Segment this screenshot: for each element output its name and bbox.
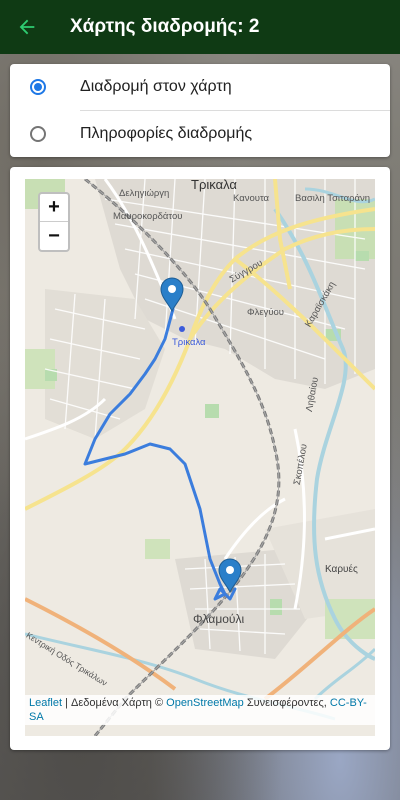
leaflet-link[interactable]: Leaflet — [29, 697, 62, 709]
street-label: Φλεγύου — [247, 307, 284, 318]
street-label: Μαυροκορδάτου — [113, 211, 183, 222]
street-label: Κανουτα — [233, 193, 270, 204]
zoom-in-button[interactable]: + — [40, 194, 68, 222]
map-card: Τρικαλα Τρικαλα Φλαμούλι Καρυές Δεληγιώρ… — [10, 167, 390, 750]
app-bar: Χάρτης διαδρομής: 2 — [0, 0, 400, 54]
attribution-text: Συνεισφέροντες, — [243, 697, 330, 709]
street-label: Βασιλη Τσιταράνη — [295, 193, 371, 204]
option-label: Διαδρομή στον χάρτη — [80, 78, 232, 95]
arrow-back-icon — [19, 19, 35, 35]
street-label: Δεληγιώργη — [119, 188, 170, 199]
radio-unselected-icon[interactable] — [30, 126, 46, 142]
city-label: Τρικαλα — [191, 179, 237, 192]
zoom-out-button[interactable]: − — [40, 222, 68, 250]
back-button[interactable] — [0, 0, 54, 54]
osm-link[interactable]: OpenStreetMap — [166, 697, 244, 709]
option-route-info[interactable]: Πληροφορίες διαδρομής — [10, 111, 390, 157]
attribution-text: | Δεδομένα Χάρτη © — [62, 697, 167, 709]
route-map[interactable]: Τρικαλα Τρικαλα Φλαμούλι Καρυές Δεληγιώρ… — [25, 179, 375, 736]
zoom-control: + − — [38, 192, 70, 252]
map-attribution: Leaflet | Δεδομένα Χάρτη © OpenStreetMap… — [25, 695, 375, 725]
option-route-on-map[interactable]: Διαδρομή στον χάρτη — [10, 64, 390, 110]
map-canvas — [25, 179, 375, 736]
flamouli-label: Φλαμούλι — [193, 612, 245, 626]
option-label: Πληροφορίες διαδρομής — [80, 125, 253, 142]
view-options-card: Διαδρομή στον χάρτη Πληροφορίες διαδρομή… — [10, 64, 390, 157]
page-title: Χάρτης διαδρομής: 2 — [70, 16, 260, 37]
station-label: Τρικαλα — [172, 337, 206, 348]
radio-selected-icon[interactable] — [30, 79, 46, 95]
karyes-label: Καρυές — [325, 564, 358, 575]
